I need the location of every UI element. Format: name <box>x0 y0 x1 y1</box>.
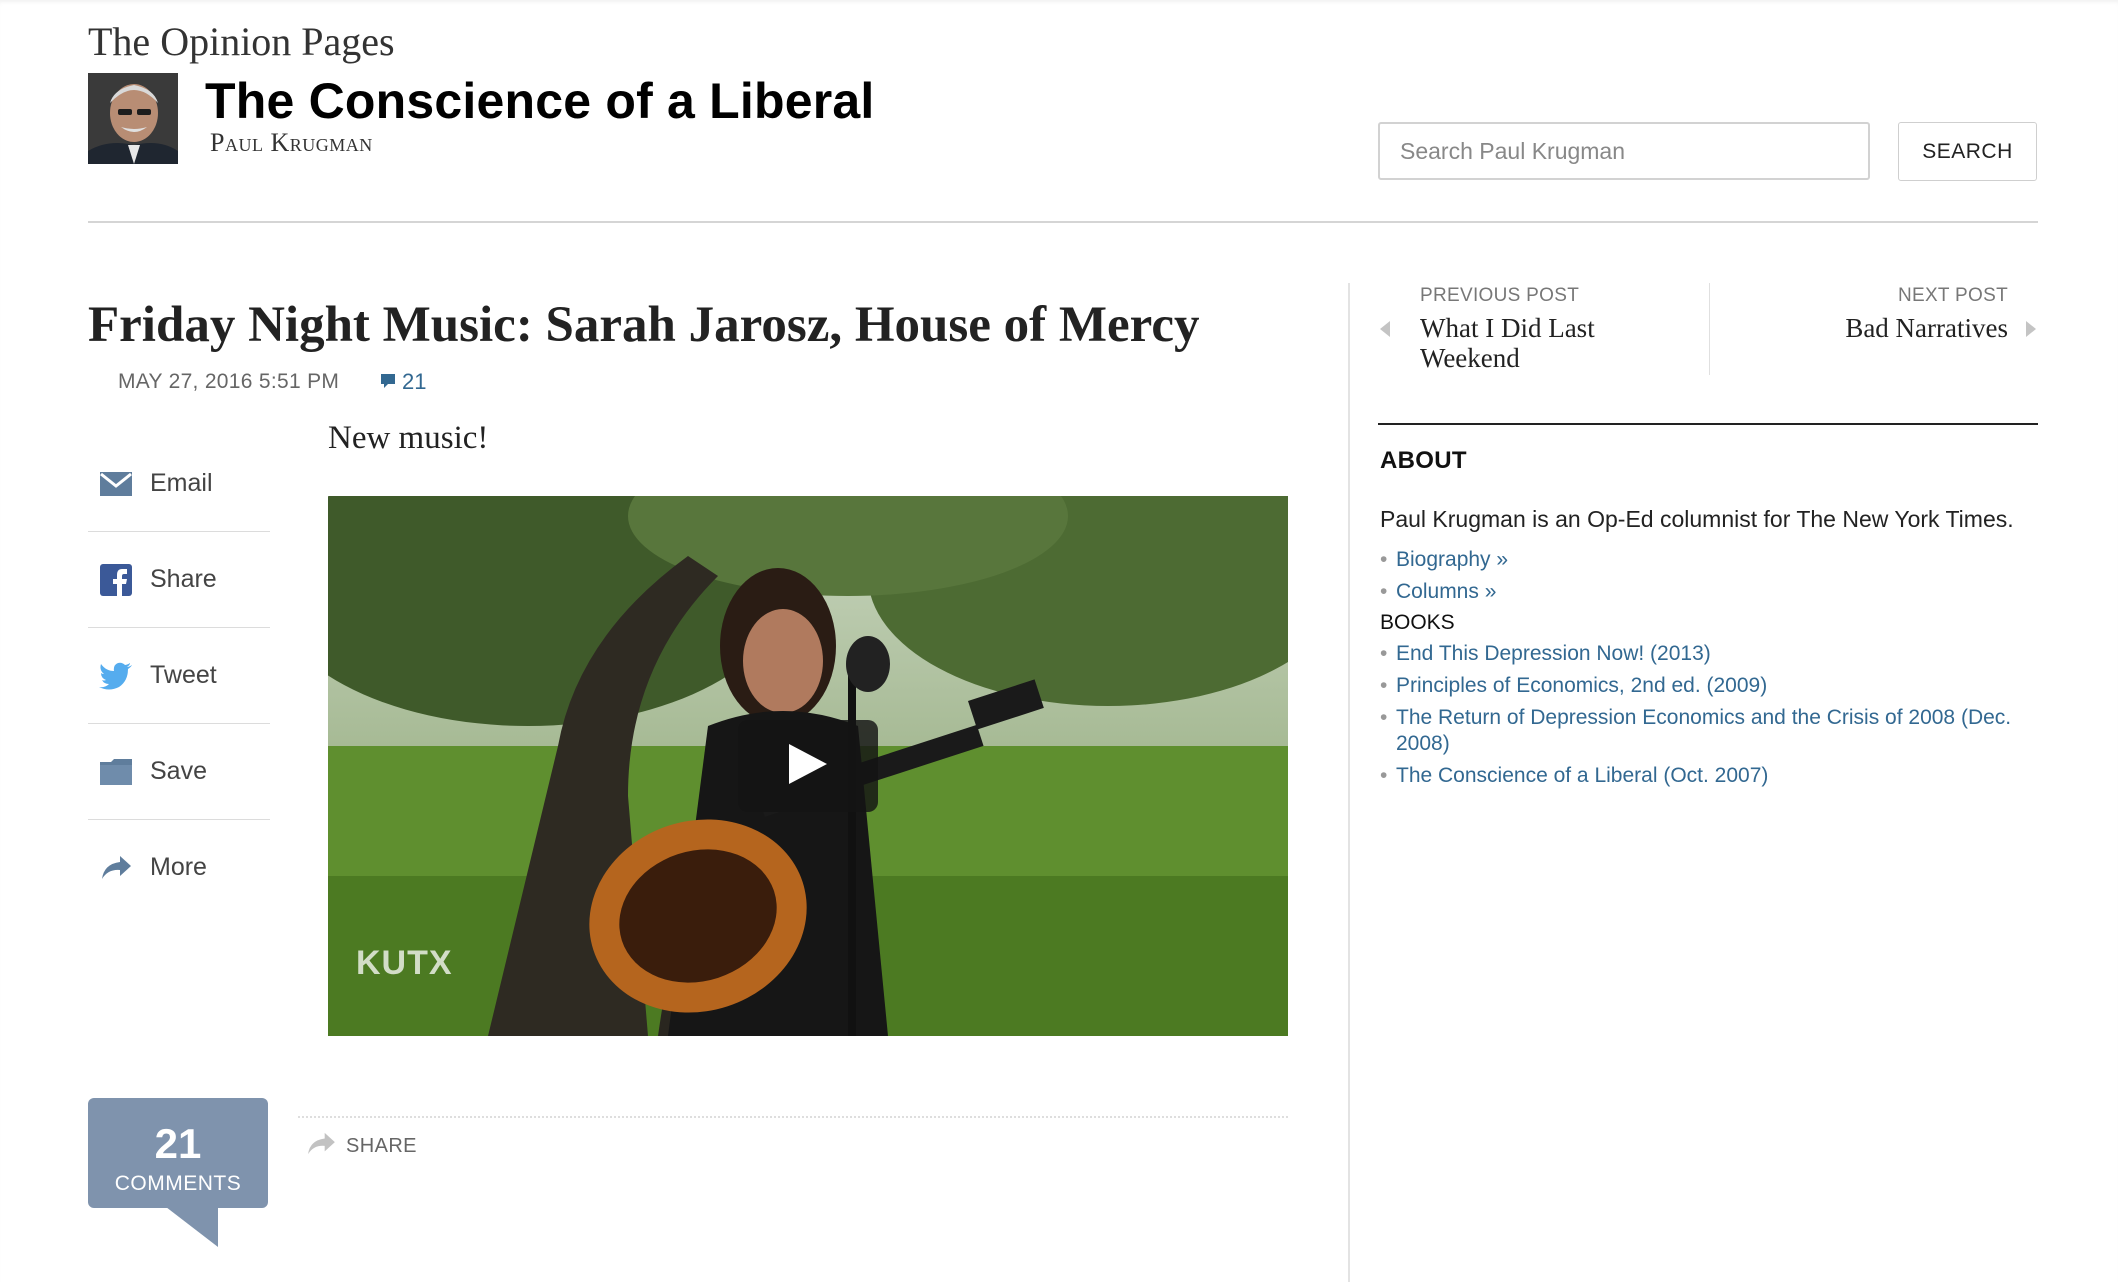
chevron-right-icon <box>2026 321 2036 337</box>
video-watermark: KUTX <box>356 944 453 982</box>
search-button[interactable]: SEARCH <box>1898 122 2037 181</box>
previous-post-link[interactable]: PREVIOUS POST What I Did Last Weekend <box>1378 285 1708 373</box>
more-share-button[interactable]: More <box>88 820 270 915</box>
share-email-button[interactable]: Email <box>88 436 270 532</box>
author-avatar <box>88 73 178 164</box>
bottom-share-button[interactable]: SHARE <box>306 1132 417 1161</box>
comment-count: 21 <box>402 369 427 394</box>
bullet: • <box>1380 580 1388 603</box>
sidebar-divider <box>1348 283 1350 1282</box>
folder-icon <box>96 752 136 792</box>
article-dateline: MAY 27, 2016 5:51 PM <box>118 370 340 393</box>
book-link-text: Principles of Economics, 2nd ed. (2009) <box>1396 674 1768 697</box>
share-arrow-icon <box>96 848 136 888</box>
comment-count-link[interactable]: 21 <box>380 369 426 395</box>
share-email-label: Email <box>150 469 213 497</box>
about-description: Paul Krugman is an Op-Ed columnist for T… <box>1380 506 2014 532</box>
bullet: • <box>1380 706 1388 729</box>
book-link[interactable]: • Principles of Economics, 2nd ed. (2009… <box>1380 673 2020 699</box>
blog-title[interactable]: The Conscience of a Liberal <box>205 72 874 130</box>
more-share-label: More <box>150 853 207 881</box>
video-player[interactable]: KUTX <box>328 496 1288 1036</box>
biography-link[interactable]: • Biography » <box>1380 547 2020 573</box>
article-headline: Friday Night Music: Sarah Jarosz, House … <box>88 297 1200 353</box>
twitter-icon <box>96 656 136 696</box>
save-label: Save <box>150 757 207 785</box>
author-byline: Paul Krugman <box>210 128 373 157</box>
envelope-icon <box>96 464 136 504</box>
share-facebook-label: Share <box>150 565 217 593</box>
search-input[interactable] <box>1378 122 1870 180</box>
share-arrow-icon <box>306 1132 336 1161</box>
next-post-title: Bad Narratives <box>1845 313 2008 343</box>
previous-post-kicker: PREVIOUS POST <box>1420 285 1580 306</box>
next-post-link[interactable]: NEXT POST Bad Narratives <box>1712 285 2038 343</box>
comments-button[interactable]: 21 COMMENTS <box>88 1098 268 1208</box>
post-nav-divider <box>1709 283 1710 375</box>
biography-link-text: Biography » <box>1396 548 1509 571</box>
about-links: • Biography » • Columns » BOOKS • End Th… <box>1380 547 2020 795</box>
bullet: • <box>1380 548 1388 571</box>
books-heading: BOOKS <box>1380 611 1455 634</box>
share-twitter-button[interactable]: Tweet <box>88 628 270 724</box>
article-footer-divider <box>298 1116 1288 1118</box>
play-button[interactable] <box>738 720 878 812</box>
save-button[interactable]: Save <box>88 724 270 820</box>
article-body: New music! <box>328 420 489 456</box>
comments-label: COMMENTS <box>114 1172 242 1195</box>
header-divider <box>88 221 2038 223</box>
about-divider <box>1378 423 2038 425</box>
bottom-share-label: SHARE <box>346 1135 417 1157</box>
comments-bubble-tail <box>166 1207 218 1247</box>
columns-link[interactable]: • Columns » <box>1380 579 2020 605</box>
previous-post-title: What I Did Last Weekend <box>1420 313 1595 373</box>
columns-link-text: Columns » <box>1396 580 1497 603</box>
next-post-kicker: NEXT POST <box>1897 285 2008 306</box>
book-link-text: End This Depression Now! (2013) <box>1396 642 1711 665</box>
book-link[interactable]: • The Conscience of a Liberal (Oct. 2007… <box>1380 763 2020 789</box>
bullet: • <box>1380 674 1388 697</box>
section-name[interactable]: The Opinion Pages <box>88 18 395 65</box>
book-link-text: The Conscience of a Liberal (Oct. 2007) <box>1396 764 1769 787</box>
share-facebook-button[interactable]: Share <box>88 532 270 628</box>
comment-bubble-icon <box>380 369 396 395</box>
bullet: • <box>1380 642 1388 665</box>
chevron-left-icon <box>1380 321 1390 337</box>
book-link[interactable]: • End This Depression Now! (2013) <box>1380 641 2020 667</box>
bullet: • <box>1380 764 1388 787</box>
share-tools: Email Share Tweet Save More <box>88 436 270 915</box>
play-icon <box>787 742 829 791</box>
about-heading: ABOUT <box>1380 447 1467 474</box>
share-twitter-label: Tweet <box>150 661 217 689</box>
comments-count: 21 <box>154 1120 202 1167</box>
facebook-icon <box>96 560 136 600</box>
book-link-text: The Return of Depression Economics and t… <box>1396 706 2012 755</box>
book-link[interactable]: • The Return of Depression Economics and… <box>1380 705 2020 757</box>
